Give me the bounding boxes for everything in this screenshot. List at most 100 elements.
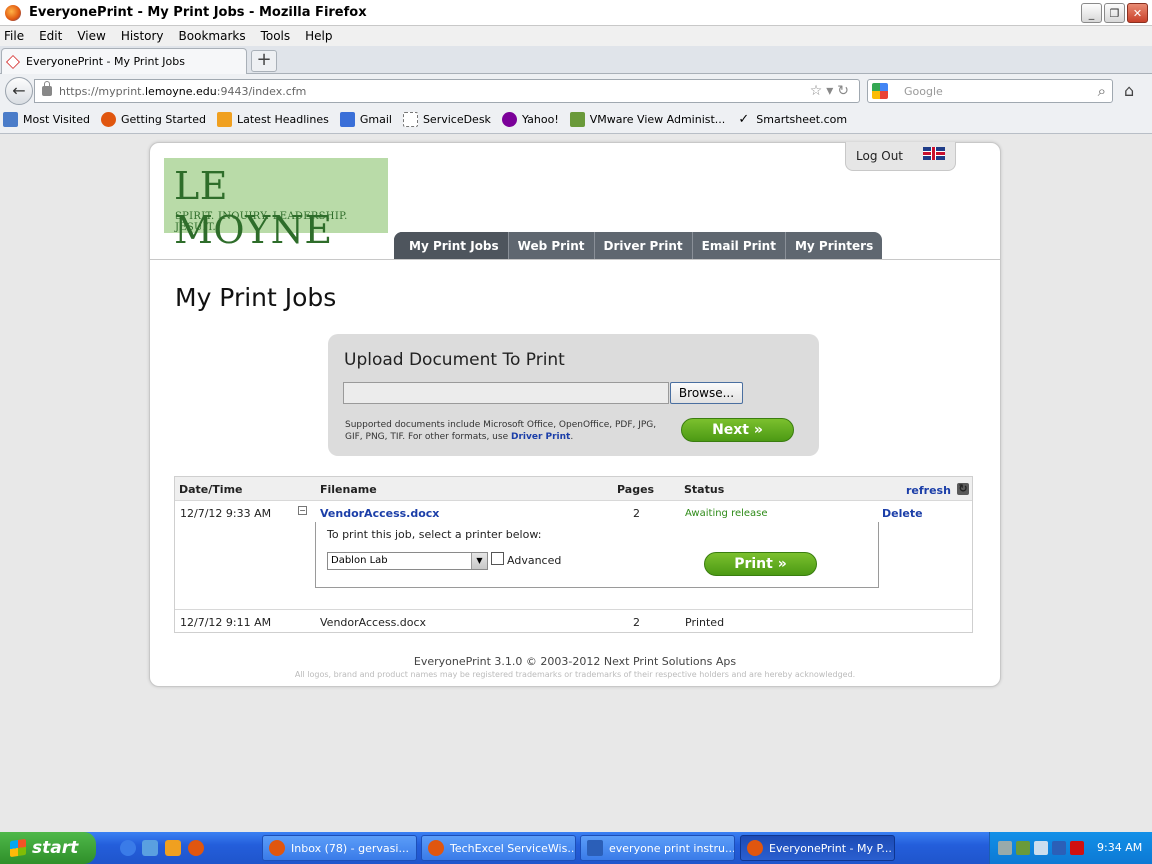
restore-button[interactable]: ❐ bbox=[1104, 3, 1125, 23]
print-button[interactable]: Print » bbox=[704, 552, 817, 576]
windows-taskbar: start Inbox (78) - gervasi... TechExcel … bbox=[0, 832, 1152, 864]
nav-web-print[interactable]: Web Print bbox=[509, 232, 595, 260]
next-button[interactable]: Next » bbox=[681, 418, 794, 442]
bookmark-getting-started[interactable]: Getting Started bbox=[100, 112, 206, 127]
lock-icon bbox=[42, 81, 52, 96]
supported-formats-text: Supported documents include Microsoft Of… bbox=[345, 420, 657, 442]
footer-trademarks: All logos, brand and product names may b… bbox=[294, 670, 856, 679]
nav-driver-print[interactable]: Driver Print bbox=[595, 232, 693, 260]
tray-norton-icon[interactable] bbox=[1070, 841, 1084, 855]
tray-security-icon[interactable] bbox=[1016, 841, 1030, 855]
page-icon bbox=[402, 112, 418, 127]
bookmark-servicedesk[interactable]: ServiceDesk bbox=[402, 112, 491, 127]
everyoneprint-favicon-icon bbox=[6, 54, 20, 69]
page-content: Log Out LE MOYNE SPIRIT. INQUIRY. LEADER… bbox=[0, 134, 1152, 832]
printer-select[interactable]: Dablon Lab ▼ bbox=[327, 552, 488, 570]
outlook-icon[interactable] bbox=[165, 840, 181, 856]
taskbar-item-word[interactable]: everyone print instru... bbox=[580, 835, 735, 861]
nav-email-print[interactable]: Email Print bbox=[693, 232, 786, 260]
home-icon[interactable]: ⌂ bbox=[1124, 81, 1134, 100]
logo-tagline: SPIRIT. INQUIRY. LEADERSHIP. JESUIT. bbox=[175, 211, 348, 233]
logout-link[interactable]: Log Out bbox=[856, 149, 903, 163]
bookmark-most-visited[interactable]: Most Visited bbox=[3, 112, 90, 127]
print-prompt: To print this job, select a printer belo… bbox=[327, 528, 542, 541]
navigation-bar: ← https://myprint.lemoyne.edu:9443/index… bbox=[0, 74, 1152, 106]
menu-view[interactable]: View bbox=[77, 29, 105, 43]
delete-link[interactable]: Delete bbox=[882, 507, 923, 520]
collapse-icon[interactable]: − bbox=[298, 506, 307, 515]
tab-bar: EveryonePrint - My Print Jobs + bbox=[0, 46, 1152, 74]
bookmark-latest-headlines[interactable]: Latest Headlines bbox=[217, 112, 329, 127]
advanced-label: Advanced bbox=[507, 554, 562, 567]
yahoo-icon bbox=[501, 112, 517, 127]
new-tab-button[interactable]: + bbox=[251, 50, 277, 72]
refresh-icon[interactable]: ↻ bbox=[957, 483, 969, 495]
menu-help[interactable]: Help bbox=[305, 29, 332, 43]
ie-icon[interactable] bbox=[120, 840, 136, 856]
main-card: Log Out LE MOYNE SPIRIT. INQUIRY. LEADER… bbox=[149, 142, 1001, 687]
driver-print-link[interactable]: Driver Print bbox=[511, 432, 570, 442]
tab-label: EveryonePrint - My Print Jobs bbox=[26, 55, 185, 68]
nav-my-printers[interactable]: My Printers bbox=[786, 232, 882, 260]
tray-app-icon[interactable] bbox=[1052, 841, 1066, 855]
menu-history[interactable]: History bbox=[121, 29, 164, 43]
row1-filename-link[interactable]: VendorAccess.docx bbox=[320, 507, 439, 520]
bookmark-gmail[interactable]: Gmail bbox=[339, 112, 392, 127]
logo-name: LE MOYNE bbox=[174, 164, 333, 252]
table-header: Date/Time Filename Pages Status refresh … bbox=[175, 477, 972, 501]
search-icon[interactable]: ⌕ bbox=[1098, 82, 1106, 100]
menu-bookmarks[interactable]: Bookmarks bbox=[179, 29, 246, 43]
close-button[interactable]: ✕ bbox=[1127, 3, 1148, 23]
advanced-checkbox[interactable] bbox=[491, 552, 504, 565]
firefox-icon bbox=[269, 840, 285, 856]
bookmark-smartsheet[interactable]: ✓ Smartsheet.com bbox=[736, 112, 847, 127]
row2-filename: VendorAccess.docx bbox=[320, 616, 427, 629]
taskbar-item-techexcel[interactable]: TechExcel ServiceWis... bbox=[421, 835, 576, 861]
url-bar[interactable]: https://myprint.lemoyne.edu:9443/index.c… bbox=[34, 79, 860, 103]
menu-edit[interactable]: Edit bbox=[39, 29, 62, 43]
header-datetime: Date/Time bbox=[179, 483, 243, 496]
printer-select-value: Dablon Lab bbox=[331, 555, 388, 566]
taskbar-item-everyoneprint[interactable]: EveryonePrint - My P... bbox=[740, 835, 895, 861]
browse-button[interactable]: Browse... bbox=[670, 382, 743, 404]
tab-everyoneprint[interactable]: EveryonePrint - My Print Jobs bbox=[1, 48, 247, 74]
print-options-panel: To print this job, select a printer belo… bbox=[315, 522, 879, 588]
uk-flag-icon[interactable] bbox=[923, 147, 945, 160]
tray-display-icon[interactable] bbox=[1034, 841, 1048, 855]
logout-tab: Log Out bbox=[845, 142, 956, 171]
ie-explorer-icon[interactable] bbox=[142, 840, 158, 856]
row-divider bbox=[175, 609, 972, 610]
main-nav: My Print Jobs Web Print Driver Print Ema… bbox=[394, 232, 883, 260]
tray-network-icon[interactable] bbox=[998, 841, 1012, 855]
window-title: EveryonePrint - My Print Jobs - Mozilla … bbox=[29, 5, 367, 20]
start-button[interactable]: start bbox=[0, 832, 96, 864]
header-pages: Pages bbox=[617, 483, 655, 496]
file-path-input[interactable] bbox=[343, 382, 669, 404]
nav-my-print-jobs[interactable]: My Print Jobs bbox=[394, 232, 509, 260]
firefox-icon bbox=[5, 4, 21, 21]
google-icon bbox=[872, 83, 888, 99]
row2-pages: 2 bbox=[633, 616, 640, 629]
bookmark-star-icon[interactable]: ☆▾↻ bbox=[810, 83, 853, 99]
header-filename: Filename bbox=[320, 483, 377, 496]
page-title: My Print Jobs bbox=[175, 283, 337, 312]
print-jobs-table: Date/Time Filename Pages Status refresh … bbox=[174, 476, 973, 633]
bookmark-yahoo[interactable]: Yahoo! bbox=[501, 112, 559, 127]
minimize-button[interactable]: _ bbox=[1081, 3, 1102, 23]
taskbar-item-inbox[interactable]: Inbox (78) - gervasi... bbox=[262, 835, 417, 861]
row1-status: Awaiting release bbox=[685, 508, 768, 519]
back-button[interactable]: ← bbox=[5, 77, 33, 105]
firefox-icon[interactable] bbox=[188, 840, 204, 856]
chevron-down-icon: ▼ bbox=[471, 553, 487, 569]
refresh-link[interactable]: refresh bbox=[906, 484, 951, 497]
menu-file[interactable]: File bbox=[4, 29, 24, 43]
bookmarks-bar: Most Visited Getting Started Latest Head… bbox=[0, 106, 1152, 134]
bookmark-vmware[interactable]: VMware View Administ... bbox=[569, 112, 725, 127]
search-bar[interactable]: Google ⌕ bbox=[867, 79, 1113, 103]
menu-bar: File Edit View History Bookmarks Tools H… bbox=[0, 26, 1152, 46]
firefox-icon bbox=[747, 840, 763, 856]
rss-icon bbox=[217, 112, 232, 127]
footer-copyright: EveryonePrint 3.1.0 © 2003-2012 Next Pri… bbox=[413, 655, 737, 668]
menu-tools[interactable]: Tools bbox=[261, 29, 291, 43]
windows-logo-icon bbox=[10, 838, 26, 858]
